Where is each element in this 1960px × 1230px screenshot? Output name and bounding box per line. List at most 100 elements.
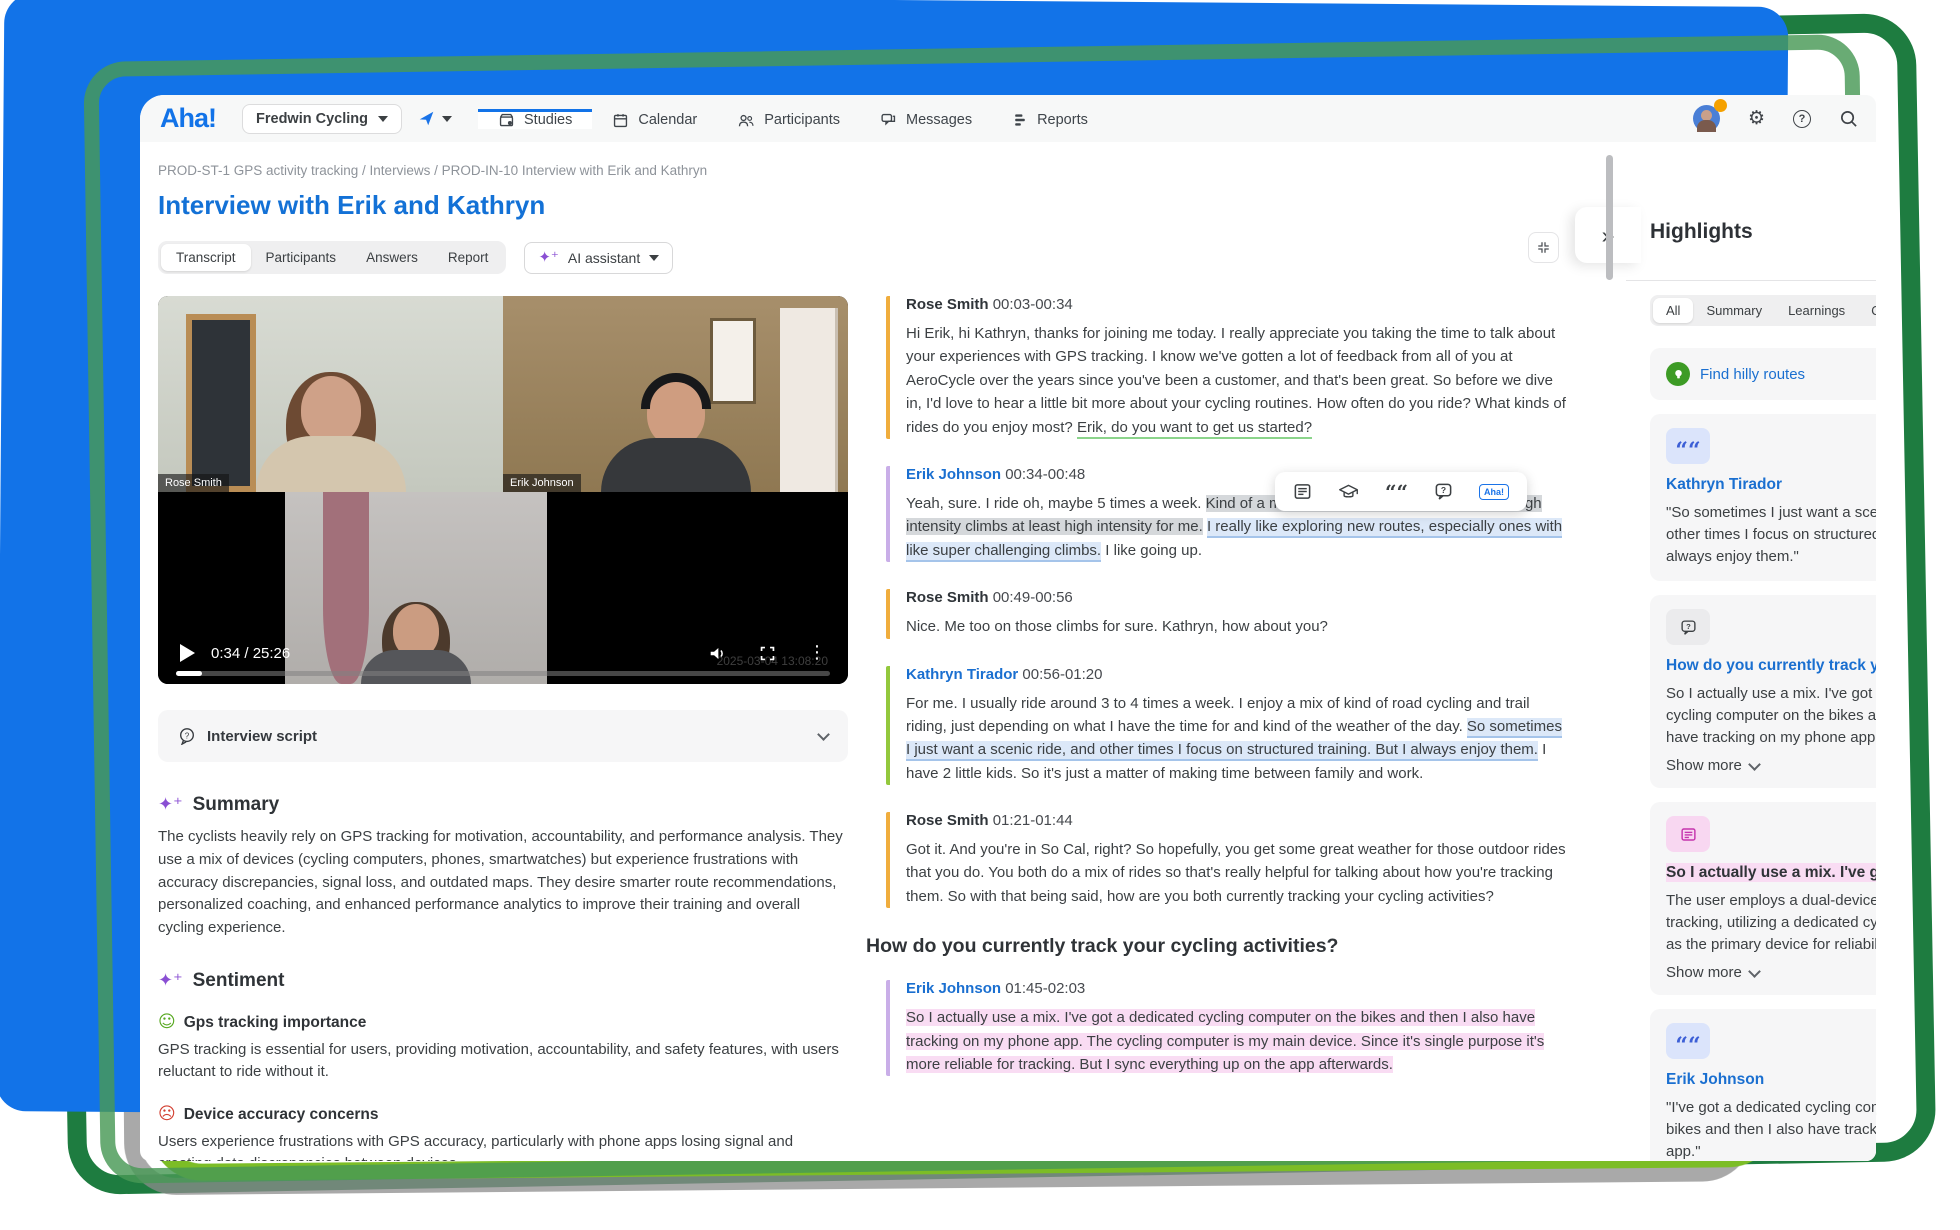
card-learning-title[interactable]: So I actually use a mix. I've got a dedi… <box>1666 864 1876 882</box>
card-speaker-link[interactable]: Kathryn Tirador <box>1666 476 1876 494</box>
quote-card[interactable]: ““ Kathryn Tirador "So sometimes I just … <box>1650 414 1876 581</box>
divider <box>1626 280 1876 281</box>
fullscreen-icon[interactable] <box>759 645 776 662</box>
card-question-link[interactable]: How do you currently track your cycling … <box>1666 657 1876 675</box>
participants-icon <box>737 112 755 129</box>
headphones <box>641 373 711 409</box>
person-figure <box>246 376 416 492</box>
highlights-tab-summary[interactable]: Summary <box>1693 298 1775 323</box>
highlights-card-list: Find hilly routes ““ Kathryn Tirador "So… <box>1650 348 1876 1161</box>
sentiment-label: Device accuracy concerns <box>184 1106 379 1124</box>
nav-right: ⚙ ? <box>1693 95 1858 142</box>
app-window: Aha! Fredwin Cycling Studies <box>140 95 1876 1161</box>
user-avatar[interactable] <box>1693 105 1720 132</box>
video-bottom-row: 2025-03-04 13:08:20 0:34 / 25:26 ⋮ <box>158 492 848 684</box>
svg-text:?: ? <box>1441 485 1446 495</box>
chevron-down-icon <box>817 728 830 741</box>
speaker-name-link[interactable]: Erik Johnson <box>906 466 1001 483</box>
aha-annotation-chip[interactable]: Aha! <box>1479 484 1509 500</box>
card-learning-text: The user employs a dual-device approach … <box>1666 890 1876 956</box>
sparkle-icon: ✦⁺ <box>158 972 183 990</box>
summary-list-icon[interactable] <box>1293 482 1312 501</box>
sentiment-heading: Sentiment <box>193 970 285 992</box>
breadcrumb[interactable]: PROD-ST-1 GPS activity tracking / Interv… <box>158 163 1568 178</box>
nav-tab-label: Messages <box>906 112 972 128</box>
nav-tab-reports[interactable]: Reports <box>992 109 1108 129</box>
transcript-entry: Rose Smith 00:03-00:34 Hi Erik, hi Kathr… <box>886 296 1569 439</box>
quote-icon: ““ <box>1675 1032 1700 1051</box>
nav-left: Aha! Fredwin Cycling Studies <box>140 95 1108 142</box>
learning-card[interactable]: So I actually use a mix. I've got a dedi… <box>1650 802 1876 995</box>
chevron-down-icon <box>378 116 388 122</box>
video-player[interactable]: Rose Smith <box>158 296 848 684</box>
more-options-icon[interactable]: ⋮ <box>808 644 826 662</box>
reports-icon <box>1012 112 1028 128</box>
video-time: 0:34 / 25:26 <box>211 645 290 662</box>
summary-section-header: ✦⁺ Summary <box>158 794 848 816</box>
tab-answers[interactable]: Answers <box>351 244 433 271</box>
aha-logo[interactable]: Aha! <box>160 103 216 134</box>
transcript-text[interactable]: Got it. And you're in So Cal, right? So … <box>906 838 1569 908</box>
show-more-button[interactable]: Show more <box>1666 757 1876 774</box>
nav-tabs: Studies Calendar Participants Messages <box>478 109 1108 129</box>
question-card[interactable]: ? How do you currently track your cyclin… <box>1650 595 1876 788</box>
question-bubble-icon[interactable]: ? <box>1434 482 1453 501</box>
nav-tab-studies[interactable]: Studies <box>478 109 592 129</box>
compress-view-button[interactable] <box>1528 232 1559 263</box>
video-tile-rose: Rose Smith <box>158 296 503 492</box>
highlights-tab-quotes[interactable]: Quotes <box>1858 298 1876 323</box>
workspace-selector[interactable]: Fredwin Cycling <box>242 104 402 134</box>
quote-icon[interactable]: ““ <box>1385 486 1408 498</box>
svg-text:?: ? <box>185 731 190 740</box>
smiley-face-icon: ☺ <box>158 1014 176 1031</box>
nav-tab-participants[interactable]: Participants <box>717 109 860 129</box>
help-button[interactable]: ? <box>1793 110 1811 128</box>
tab-transcript[interactable]: Transcript <box>161 244 251 271</box>
transcript-text[interactable]: For me. I usually ride around 3 to 4 tim… <box>906 692 1569 786</box>
sparkle-icon: ✦⁺ <box>158 796 183 814</box>
nav-tab-messages[interactable]: Messages <box>860 109 992 129</box>
play-icon[interactable] <box>180 644 195 662</box>
chevron-down-icon <box>442 116 452 122</box>
card-speaker-link[interactable]: Erik Johnson <box>1666 1071 1876 1089</box>
navigate-menu[interactable] <box>418 110 452 127</box>
recommendation-card[interactable]: Find hilly routes <box>1650 348 1876 400</box>
interview-script-collapsible[interactable]: ? Interview script <box>158 710 848 762</box>
recommendation-link[interactable]: Find hilly routes <box>1700 366 1805 383</box>
quote-card[interactable]: ““ Erik Johnson "I've got a dedicated cy… <box>1650 1009 1876 1161</box>
transcript-text[interactable]: Hi Erik, hi Kathryn, thanks for joining … <box>906 322 1569 439</box>
tab-participants[interactable]: Participants <box>251 244 352 271</box>
search-button[interactable] <box>1839 109 1858 128</box>
highlights-tab-learnings[interactable]: Learnings <box>1775 298 1858 323</box>
transcript-text[interactable]: Nice. Me too on those climbs for sure. K… <box>906 615 1569 638</box>
settings-button[interactable]: ⚙ <box>1748 109 1765 128</box>
timestamp: 00:49-00:56 <box>993 589 1073 606</box>
transcript-column: ““ ? Aha! Rose Smith 00:03-00:34 Hi Erik… <box>886 296 1569 1161</box>
highlights-tab-all[interactable]: All <box>1653 298 1693 323</box>
learning-cap-icon[interactable] <box>1338 482 1359 501</box>
tab-report[interactable]: Report <box>433 244 504 271</box>
quote-badge: ““ <box>1666 428 1710 464</box>
question-bubble-icon: ? <box>1680 619 1697 636</box>
question-badge: ? <box>1666 609 1710 645</box>
question-heading: How do you currently track your cycling … <box>866 935 1569 958</box>
video-progress-bar[interactable] <box>176 671 830 676</box>
video-controls: 0:34 / 25:26 ⋮ <box>158 644 848 662</box>
highlights-drawer: » Highlights All Summary Learnings Quote… <box>1640 142 1876 1161</box>
summary-heading: Summary <box>193 794 280 816</box>
view-controls-row: Transcript Participants Answers Report ✦… <box>158 241 1568 274</box>
show-more-button[interactable]: Show more <box>1666 964 1876 981</box>
scrollbar[interactable] <box>1606 155 1613 280</box>
nav-tab-calendar[interactable]: Calendar <box>592 109 717 129</box>
transcript-text[interactable]: So I actually use a mix. I've got a dedi… <box>906 1006 1569 1076</box>
ai-assistant-button[interactable]: ✦⁺ AI assistant <box>524 242 673 274</box>
sentiment-text: Users experience frustrations with GPS a… <box>158 1131 848 1161</box>
volume-icon[interactable] <box>708 645 727 662</box>
nav-tab-label: Calendar <box>638 112 697 128</box>
content-columns: Rose Smith <box>158 296 1568 1161</box>
avatar-figure <box>1697 120 1716 132</box>
help-icon: ? <box>1793 110 1811 128</box>
compress-icon <box>1536 240 1551 255</box>
speaker-name-link[interactable]: Erik Johnson <box>906 980 1001 997</box>
speaker-name-link[interactable]: Kathryn Tirador <box>906 666 1018 683</box>
